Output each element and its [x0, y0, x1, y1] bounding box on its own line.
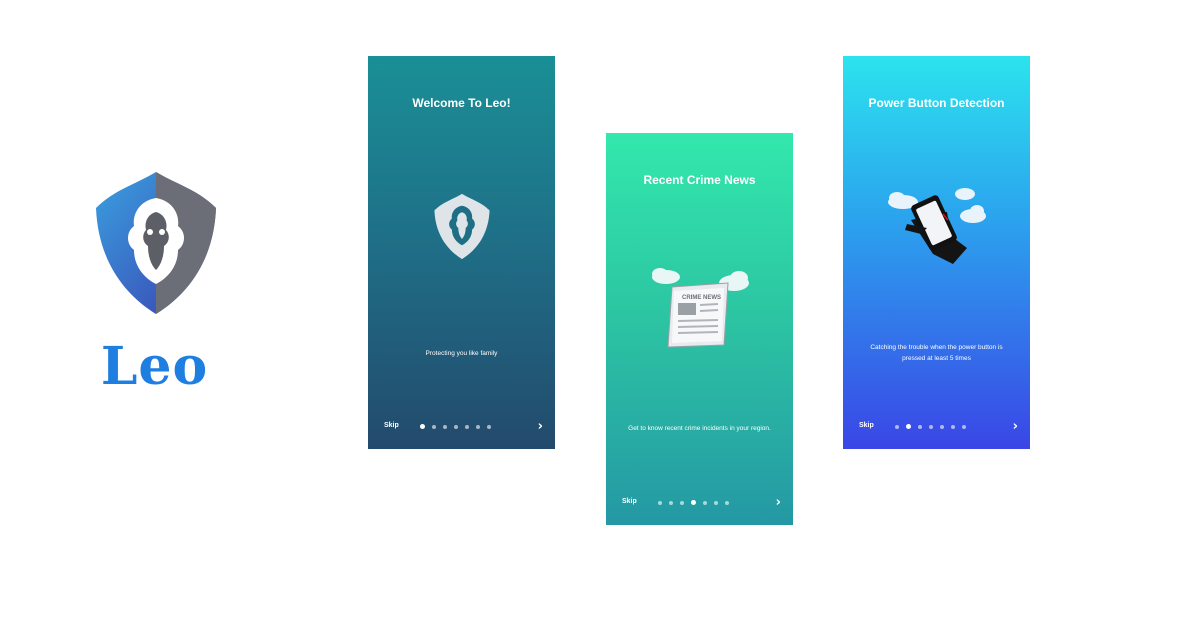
page-dot[interactable]: [432, 424, 436, 429]
onboarding-screen-welcome: Welcome To Leo! Protecting you like fami…: [368, 56, 555, 449]
page-dot[interactable]: [658, 500, 662, 505]
onboarding-screen-power-button: Power Button Detection Catching the trou…: [843, 56, 1030, 449]
screen-description: Catching the trouble when the power butt…: [870, 344, 1003, 362]
skip-button[interactable]: Skip: [622, 498, 637, 505]
hand-phone-icon: [888, 188, 986, 264]
page-dot[interactable]: [906, 424, 911, 429]
newspaper-icon: CRIME NEWS: [652, 268, 749, 348]
newspaper-headline: CRIME NEWS: [682, 295, 721, 301]
brand-name: Leo: [100, 336, 209, 397]
chevron-right-icon[interactable]: ›: [776, 496, 781, 509]
page-indicator: [420, 424, 491, 429]
page-dot[interactable]: [465, 424, 469, 429]
screen-description: Protecting you like family: [425, 350, 498, 357]
page-dot[interactable]: [918, 424, 922, 429]
screen-description: Get to know recent crime incidents in yo…: [628, 425, 771, 432]
chevron-right-icon[interactable]: ›: [538, 420, 543, 433]
lion-shield-icon: [434, 193, 490, 260]
brand-logo: Leo: [92, 168, 220, 397]
page-dot[interactable]: [714, 500, 718, 505]
page-dot[interactable]: [691, 500, 696, 505]
page-dot[interactable]: [487, 424, 491, 429]
page-dot[interactable]: [420, 424, 425, 429]
page-indicator: [895, 424, 966, 429]
page-dot[interactable]: [725, 500, 729, 505]
screen-title: Welcome To Leo!: [412, 96, 511, 110]
skip-button[interactable]: Skip: [384, 422, 399, 429]
page-dot[interactable]: [443, 424, 447, 429]
onboarding-screen-crime-news: Recent Crime News CRIME NEWS Get to know…: [606, 133, 793, 525]
screen-title: Recent Crime News: [643, 173, 756, 187]
screen-title: Power Button Detection: [868, 96, 1005, 110]
page-dot[interactable]: [940, 424, 944, 429]
lion-shield-icon: [96, 172, 216, 314]
skip-button[interactable]: Skip: [859, 422, 874, 429]
page-dot[interactable]: [929, 424, 933, 429]
page-dot[interactable]: [669, 500, 673, 505]
page-dot[interactable]: [895, 424, 899, 429]
page-dot[interactable]: [680, 500, 684, 505]
page-dot[interactable]: [476, 424, 480, 429]
page-indicator: [658, 500, 729, 505]
page-dot[interactable]: [962, 424, 966, 429]
page-dot[interactable]: [703, 500, 707, 505]
page-dot[interactable]: [454, 424, 458, 429]
chevron-right-icon[interactable]: ›: [1013, 420, 1018, 433]
page-dot[interactable]: [951, 424, 955, 429]
